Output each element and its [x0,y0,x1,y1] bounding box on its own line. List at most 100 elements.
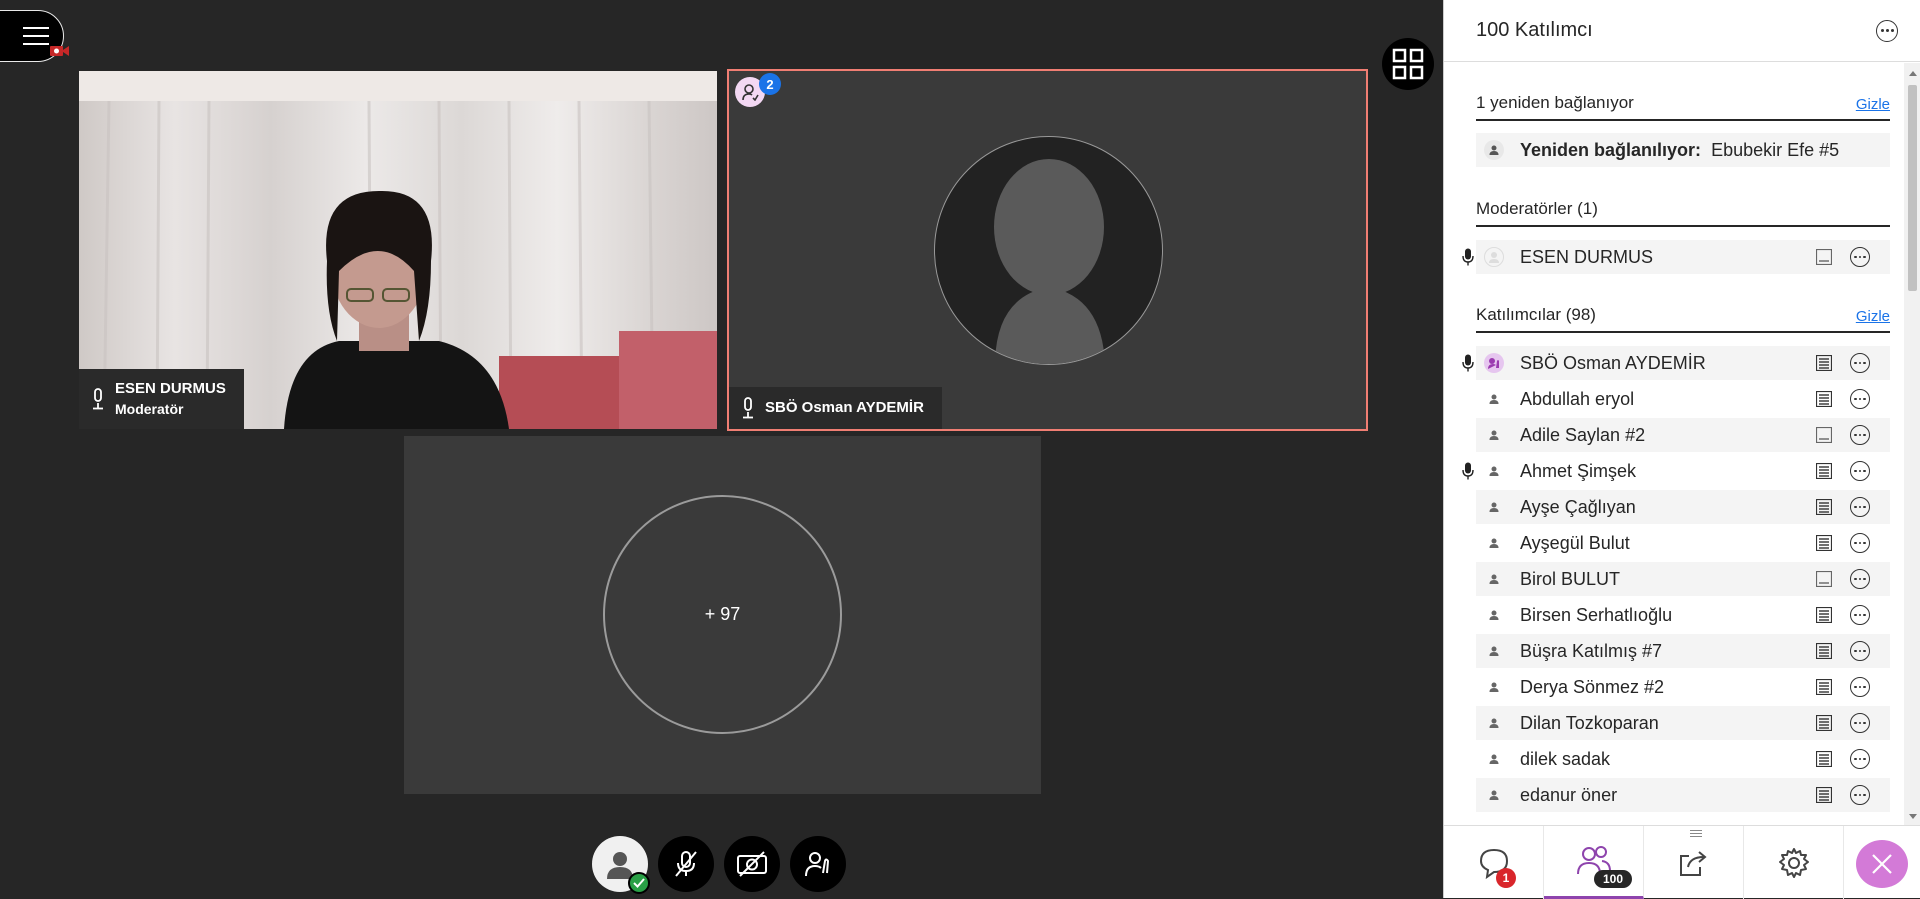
video-tile-more-participants[interactable]: + 97 [404,436,1041,794]
video-tile-active-speaker[interactable]: 2 SBÖ Osman AYDEMİR [727,69,1368,431]
participant-options-button[interactable] [1850,533,1870,553]
participant-options-button[interactable] [1850,785,1870,805]
avatar-placeholder [934,136,1163,365]
participant-options-button[interactable] [1850,713,1870,733]
avatar [1484,247,1504,267]
microphone-toggle-button[interactable] [658,836,714,892]
recording-icon [50,46,69,56]
list-item[interactable]: Ahmet Şimşek [1462,454,1890,488]
list-item[interactable]: Abdullah eryol [1476,382,1890,416]
list-item[interactable]: dilek sadak [1476,742,1890,776]
user-icon [1484,713,1504,733]
participant-options-button[interactable] [1850,247,1870,267]
chat-list-icon[interactable] [1816,499,1832,515]
participants-tab[interactable]: 100 [1544,826,1702,899]
list-item[interactable]: Birol BULUT [1476,562,1890,596]
chat-list-icon[interactable] [1816,643,1832,659]
list-item[interactable]: Ayşe Çağlıyan [1476,490,1890,524]
user-icon [1484,749,1504,769]
chat-list-icon[interactable] [1816,607,1832,623]
chat-list-icon[interactable] [1816,535,1832,551]
chat-tab[interactable]: 1 [1444,826,1544,899]
chat-list-icon[interactable] [1816,679,1832,695]
panel-scrollbar[interactable] [1904,63,1920,825]
participant-options-button[interactable] [1850,461,1870,481]
list-item[interactable]: Adile Saylan #2 [1476,418,1890,452]
section-title: Moderatörler (1) [1476,199,1598,218]
video-tile-moderator[interactable]: ESEN DURMUS Moderatör [79,71,717,429]
participants-list: 1 yeniden bağlanıyor Gizle Yeniden bağla… [1444,63,1904,825]
participant-options-button[interactable] [1850,641,1870,661]
participant-options-button[interactable] [1850,389,1870,409]
microphone-muted-icon [675,851,697,877]
list-item[interactable]: Büşra Katılmış #7 [1476,634,1890,668]
section-participants: Katılımcılar (98) Gizle [1476,303,1890,333]
participant-name: Büşra Katılmış #7 [1520,640,1663,661]
reconnecting-prefix: Yeniden bağlanılıyor: [1520,139,1702,160]
camera-toggle-button[interactable] [724,836,780,892]
scroll-thumb[interactable] [1908,85,1917,291]
user-icon [1484,140,1504,160]
participant-name: Dilan Tozkoparan [1520,712,1659,733]
user-icon [1484,389,1504,409]
raised-hand-avatar-icon [1484,353,1504,373]
participant-name: edanur öner [1520,784,1618,805]
list-item[interactable]: Derya Sönmez #2 [1476,670,1890,704]
share-content-tab[interactable] [1644,826,1744,899]
chat-list-icon[interactable] [1816,391,1832,407]
chat-list-icon[interactable] [1816,463,1832,479]
follow-speaker-badge[interactable]: 2 [735,73,781,107]
chat-list-icon[interactable] [1816,427,1832,443]
raise-hand-button[interactable] [790,836,846,892]
participant-name: SBÖ Osman AYDEMİR [1520,352,1706,373]
my-status-button[interactable] [592,836,650,894]
person-silhouette-icon [994,159,1105,364]
list-item[interactable]: ESEN DURMUS [1462,240,1890,274]
tile-name: SBÖ Osman AYDEMİR [765,399,924,416]
participant-options-button[interactable] [1850,425,1870,445]
chat-list-icon[interactable] [1816,249,1832,265]
list-item[interactable]: Birsen Serhatlıoğlu [1476,598,1890,632]
scroll-up-arrow[interactable] [1909,71,1917,76]
microphone-icon [93,388,103,410]
chat-list-icon[interactable] [1816,355,1832,371]
user-icon [1484,641,1504,661]
participant-options-button[interactable] [1850,749,1870,769]
reconnecting-item: Yeniden bağlanılıyor: Ebubekir Efe #5 [1476,133,1890,167]
participant-name: Derya Sönmez #2 [1520,676,1665,697]
user-icon [1484,677,1504,697]
chat-list-icon[interactable] [1816,787,1832,803]
participant-name: Ahmet Şimşek [1520,460,1637,481]
user-icon [1484,785,1504,805]
chat-list-icon[interactable] [1816,751,1832,767]
hamburger-icon [23,27,49,45]
participant-options-button[interactable] [1850,497,1870,517]
participant-name: Ayşe Çağlıyan [1520,496,1636,517]
participants-count-badge: 100 [1594,870,1632,888]
close-panel-button[interactable] [1856,840,1908,888]
chat-list-icon[interactable] [1816,715,1832,731]
participant-name: dilek sadak [1520,748,1611,769]
section-reconnecting: 1 yeniden bağlanıyor Gizle [1476,91,1890,121]
participant-options-button[interactable] [1850,569,1870,589]
list-item[interactable]: Ayşegül Bulut [1476,526,1890,560]
participants-panel: 100 Katılımcı 1 yeniden bağlanıyor Gizle… [1443,0,1920,899]
session-menu-button[interactable] [0,10,69,62]
participant-options-button[interactable] [1850,605,1870,625]
list-item[interactable]: Dilan Tozkoparan [1476,706,1890,740]
chat-list-icon[interactable] [1816,571,1832,587]
hide-reconnecting-link[interactable]: Gizle [1856,96,1890,113]
list-item[interactable]: SBÖ Osman AYDEMİR [1462,346,1890,380]
list-item[interactable]: edanur öner [1476,778,1890,812]
hide-participants-link[interactable]: Gizle [1856,308,1890,325]
panel-more-options-button[interactable] [1876,19,1898,42]
panel-header: 100 Katılımcı [1444,0,1920,62]
gear-icon [1778,847,1809,878]
grid-view-button[interactable] [1382,38,1434,90]
user-icon [1484,497,1504,517]
scroll-down-arrow[interactable] [1909,814,1917,819]
participant-options-button[interactable] [1850,677,1870,697]
settings-tab[interactable] [1744,826,1844,899]
section-title: Katılımcılar (98) [1476,305,1596,324]
participant-options-button[interactable] [1850,353,1870,373]
